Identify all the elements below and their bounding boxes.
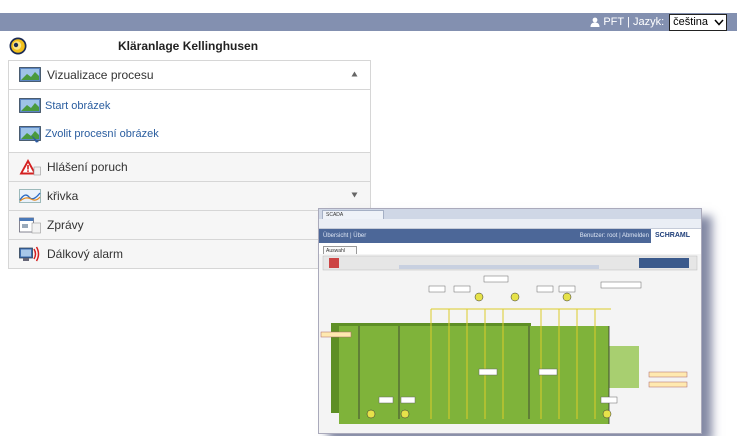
select-process-image-icon [19,126,41,143]
preview-nav-bar: Übersicht | Über Benutzer: root | Abmeld… [319,229,701,243]
process-visualization-icon [19,67,41,82]
start-image-icon [19,98,41,113]
menu-item-label: Hlášení poruch [47,160,128,174]
chevron-down-icon [714,19,724,26]
submenu-item-select-process-image[interactable]: Zvolit procesní obrázek [9,120,370,148]
title-bar: Kläranlage Kellinghusen [0,34,370,58]
preview-brand-logo: SCHRAML [651,229,701,243]
expand-down-icon[interactable] [351,192,358,198]
user-language-area: PFT | Jazyk: čeština [590,13,727,31]
header-separator: | [627,16,630,28]
menu-item-reports[interactable]: Zprávy [9,211,370,240]
language-select[interactable]: čeština [669,13,727,31]
submenu-item-start-image[interactable]: Start obrázek [9,92,370,120]
curve-chart-icon [19,189,41,203]
reports-icon [19,217,41,234]
navigation-menu: Vizualizace procesu Start obrázek Zvolit… [8,60,371,269]
user-name[interactable]: PFT [603,16,624,28]
menu-item-label: Zprávy [47,218,84,232]
menu-item-fault-messages[interactable]: Hlášení poruch [9,153,370,182]
top-bar: PFT | Jazyk: čeština [0,13,737,31]
fault-warning-icon [19,159,41,176]
preview-browser-tab: SCADA [322,210,384,219]
user-icon [590,17,600,27]
submenu-item-label: Start obrázek [45,100,111,112]
page-title: Kläranlage Kellinghusen [118,39,259,53]
preview-browser-tabs: SCADA [319,209,701,219]
process-diagram-image [319,254,701,433]
language-label: Jazyk: [632,16,665,28]
preview-nav-left: Übersicht | Über [323,233,367,239]
preview-nav-right: Benutzer: root | Abmelden [579,233,649,239]
collapse-up-icon[interactable] [351,71,358,77]
submenu-item-label: Zvolit procesní obrázek [45,128,159,140]
language-select-value: čeština [673,16,708,28]
preview-address-bar [319,219,701,229]
menu-item-label: Dálkový alarm [47,247,124,261]
plant-logo-icon [9,37,27,55]
process-preview-screenshot: SCADA Übersicht | Über Benutzer: root | … [318,208,702,434]
menu-item-label: křivka [47,189,79,203]
remote-alarm-icon [19,246,40,262]
submenu-process-visualization: Start obrázek Zvolit procesní obrázek [9,90,370,153]
menu-item-curve[interactable]: křivka [9,182,370,211]
menu-item-label: Vizualizace procesu [47,68,154,82]
menu-item-remote-alarm[interactable]: Dálkový alarm [9,240,370,268]
menu-item-process-visualization[interactable]: Vizualizace procesu [9,61,370,90]
